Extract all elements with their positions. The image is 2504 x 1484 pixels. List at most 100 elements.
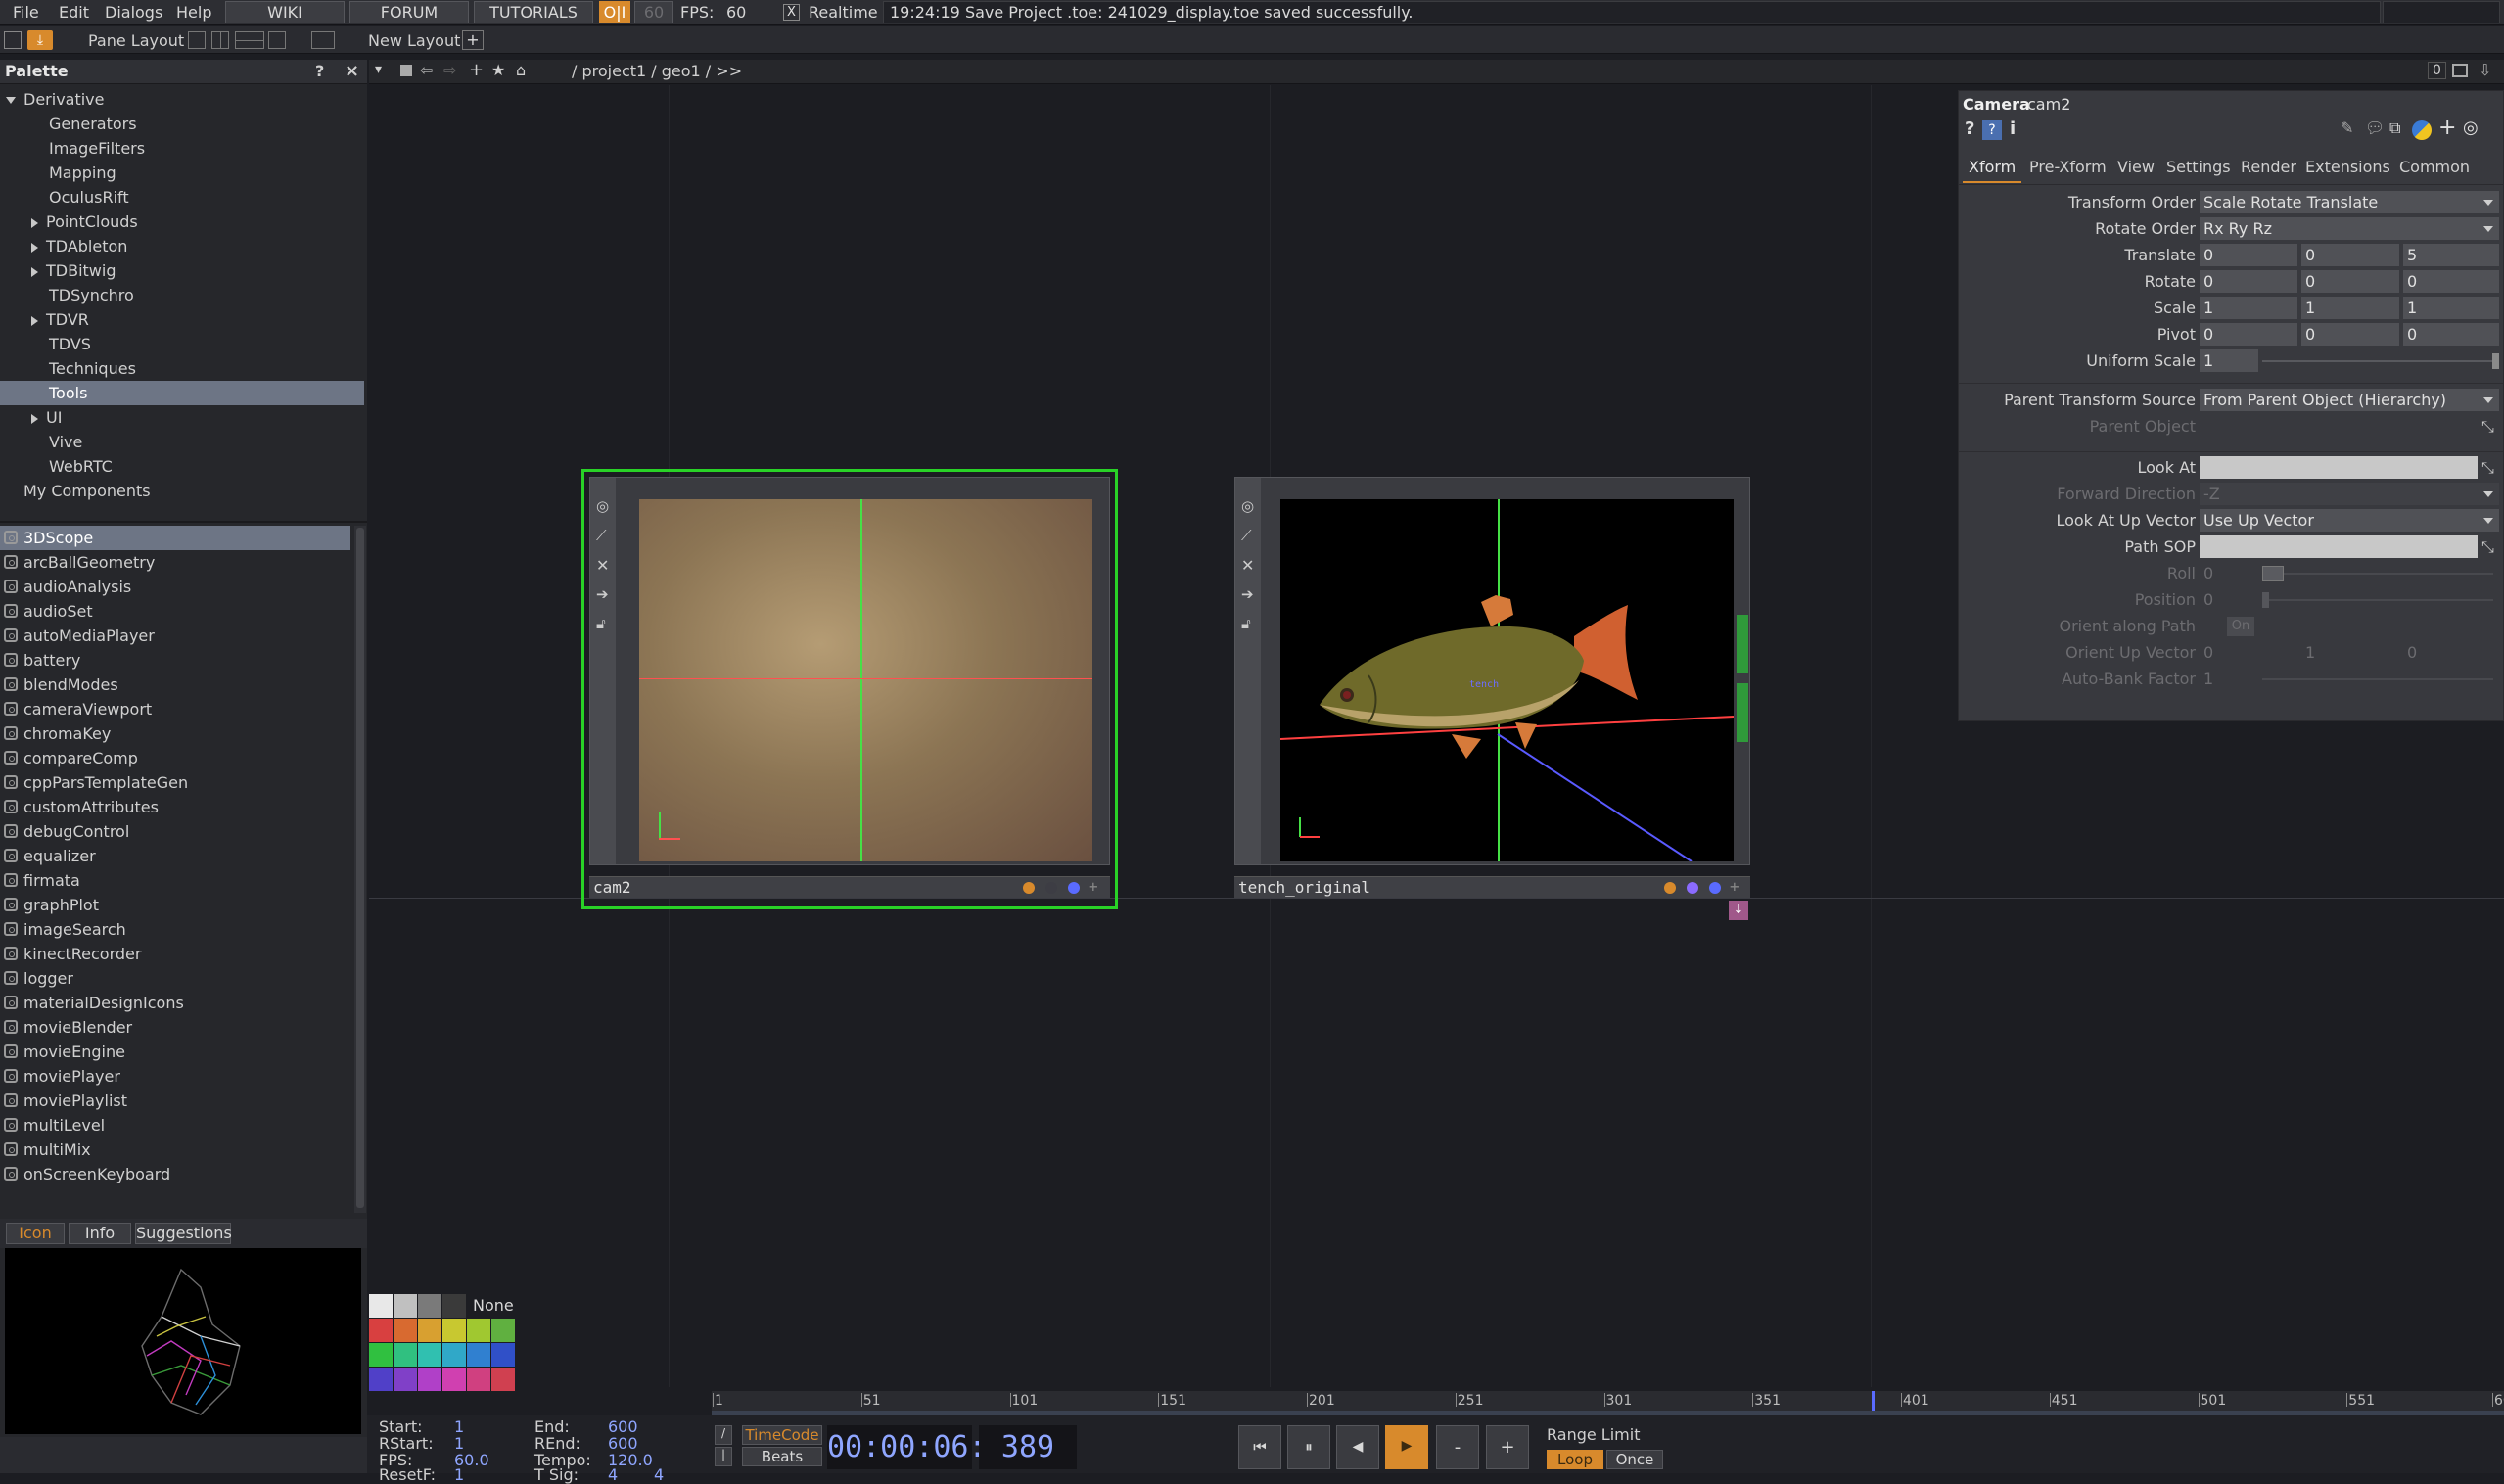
- color-swatch[interactable]: [467, 1319, 490, 1342]
- forum-button[interactable]: FORUM: [349, 1, 469, 23]
- new-layout-button[interactable]: +: [462, 30, 484, 50]
- color-swatch[interactable]: [418, 1294, 441, 1318]
- color-swatch[interactable]: [369, 1319, 393, 1342]
- cam2-viewer[interactable]: [639, 499, 1092, 861]
- tree-item-tdvs[interactable]: TDVS: [0, 332, 364, 356]
- color-swatch[interactable]: [418, 1368, 441, 1391]
- menu-help[interactable]: Help: [176, 3, 211, 22]
- rotate-order-menu[interactable]: Rx Ry Rz: [2200, 217, 2499, 240]
- tab-info[interactable]: Info: [69, 1223, 131, 1244]
- back-icon[interactable]: ⇦: [420, 61, 433, 79]
- add-icon[interactable]: +: [469, 60, 484, 80]
- viewer-flag-icon[interactable]: [1068, 882, 1080, 894]
- step-minus-button[interactable]: -: [1436, 1425, 1479, 1469]
- component-item[interactable]: audioSet: [0, 599, 350, 624]
- tab-render[interactable]: Render: [2241, 158, 2296, 176]
- tree-item-tdsynchro[interactable]: TDSynchro: [0, 283, 364, 307]
- display-flag-icon[interactable]: [1045, 882, 1057, 894]
- component-item[interactable]: movieBlender: [0, 1015, 350, 1040]
- look-at-up-vector-menu[interactable]: Use Up Vector: [2200, 509, 2499, 532]
- rotate-x-field[interactable]: 0: [2200, 270, 2297, 293]
- tench-node-label[interactable]: tench_original +: [1234, 876, 1750, 898]
- color-swatch[interactable]: [394, 1294, 417, 1318]
- translate-z-field[interactable]: 5: [2403, 244, 2499, 266]
- color-swatch[interactable]: [442, 1319, 466, 1342]
- add-param-icon[interactable]: +: [2438, 116, 2456, 140]
- tree-item-pointclouds[interactable]: PointClouds: [0, 209, 364, 234]
- rewind-button[interactable]: ⏮: [1238, 1425, 1281, 1469]
- render-flag-icon[interactable]: [1023, 882, 1035, 894]
- pause-button[interactable]: ⏸: [1287, 1425, 1330, 1469]
- tree-item-tdbitwig[interactable]: TDBitwig: [0, 258, 364, 283]
- collapsed-arrow-icon[interactable]: [31, 413, 38, 424]
- export-flag-icon[interactable]: ➔: [596, 585, 609, 603]
- collapsed-arrow-icon[interactable]: [31, 315, 38, 326]
- timecode-toggle[interactable]: TimeCode: [742, 1425, 822, 1445]
- tutorials-button[interactable]: TUTORIALS: [474, 1, 593, 23]
- play-button[interactable]: ▶: [1385, 1425, 1428, 1469]
- tree-item-generators[interactable]: Generators: [0, 112, 364, 136]
- pivot-y-field[interactable]: 0: [2301, 323, 2399, 346]
- viewer-icon[interactable]: ◎: [596, 497, 609, 515]
- playhead[interactable]: [1872, 1391, 1875, 1411]
- layout-icon[interactable]: ⤓: [27, 30, 53, 50]
- tsig-numerator[interactable]: 4: [608, 1467, 618, 1483]
- tab-settings[interactable]: Settings: [2166, 158, 2231, 176]
- component-item[interactable]: moviePlayer: [0, 1064, 350, 1089]
- viewer-flag-icon[interactable]: [1709, 882, 1721, 894]
- maximize-icon[interactable]: [2452, 64, 2468, 77]
- display-flag-icon[interactable]: [1687, 882, 1698, 894]
- uniform-scale-handle[interactable]: [2492, 353, 2499, 369]
- menu-file[interactable]: File: [13, 3, 39, 22]
- once-toggle[interactable]: Once: [1606, 1450, 1663, 1469]
- lock-icon[interactable]: 🔓︎: [596, 615, 606, 632]
- tsig-denominator[interactable]: 4: [654, 1467, 664, 1483]
- python-icon[interactable]: [2412, 120, 2432, 140]
- collapsed-arrow-icon[interactable]: [31, 217, 38, 228]
- collapsed-arrow-icon[interactable]: [31, 242, 38, 253]
- scale-y-field[interactable]: 1: [2301, 297, 2399, 319]
- component-item[interactable]: arcBallGeometry: [0, 550, 350, 575]
- component-item[interactable]: debugControl: [0, 819, 350, 844]
- path-sop-field[interactable]: [2200, 535, 2478, 558]
- color-swatch[interactable]: [442, 1294, 466, 1318]
- transform-order-menu[interactable]: Scale Rotate Translate: [2200, 191, 2499, 213]
- orient-along-path-toggle[interactable]: On: [2227, 617, 2254, 636]
- color-swatch[interactable]: [369, 1368, 393, 1391]
- translate-y-field[interactable]: 0: [2301, 244, 2399, 266]
- loop-toggle[interactable]: Loop: [1547, 1450, 1603, 1469]
- component-item[interactable]: graphPlot: [0, 893, 350, 917]
- component-item[interactable]: 3DScope: [0, 526, 350, 550]
- tab-extensions[interactable]: Extensions: [2305, 158, 2390, 176]
- breadcrumb[interactable]: / project1 / geo1 / >>: [572, 62, 742, 80]
- output-connector-icon[interactable]: ↓: [1729, 901, 1748, 920]
- component-item[interactable]: cameraViewport: [0, 697, 350, 721]
- scale-x-field[interactable]: 1: [2200, 297, 2297, 319]
- cam2-node[interactable]: ◎ ⟋ ✕ ➔ 🔓︎: [589, 477, 1110, 865]
- pane-icon[interactable]: [4, 31, 22, 49]
- none-color-label[interactable]: None: [473, 1296, 514, 1315]
- tree-item-webrtc[interactable]: WebRTC: [0, 454, 364, 479]
- node-add-icon[interactable]: +: [1730, 876, 1739, 897]
- tree-item-vive[interactable]: Vive: [0, 430, 364, 454]
- component-item[interactable]: audioAnalysis: [0, 575, 350, 599]
- color-swatch[interactable]: [394, 1343, 417, 1367]
- color-swatch[interactable]: [369, 1294, 393, 1318]
- step-plus-button[interactable]: +: [1486, 1425, 1529, 1469]
- component-item[interactable]: multiMix: [0, 1137, 350, 1162]
- color-swatch[interactable]: [491, 1343, 515, 1367]
- beats-toggle[interactable]: Beats: [742, 1447, 822, 1466]
- timecode-display[interactable]: 00:00:06:28: [827, 1425, 1022, 1469]
- pivot-z-field[interactable]: 0: [2403, 323, 2499, 346]
- export-flag-icon[interactable]: ➔: [1241, 585, 1254, 603]
- op-name[interactable]: cam2: [2027, 95, 2070, 114]
- lock-icon[interactable]: 🔓︎: [1241, 615, 1251, 632]
- color-swatch[interactable]: [442, 1368, 466, 1391]
- tree-item-tdvr[interactable]: TDVR: [0, 307, 364, 332]
- resetf-value[interactable]: 1: [454, 1467, 464, 1483]
- cam2-node-label[interactable]: cam2 +: [589, 876, 1110, 898]
- rotate-y-field[interactable]: 0: [2301, 270, 2399, 293]
- stop-icon[interactable]: [400, 65, 412, 76]
- tree-item-derivative[interactable]: Derivative: [0, 87, 364, 112]
- tab-common[interactable]: Common: [2399, 158, 2470, 176]
